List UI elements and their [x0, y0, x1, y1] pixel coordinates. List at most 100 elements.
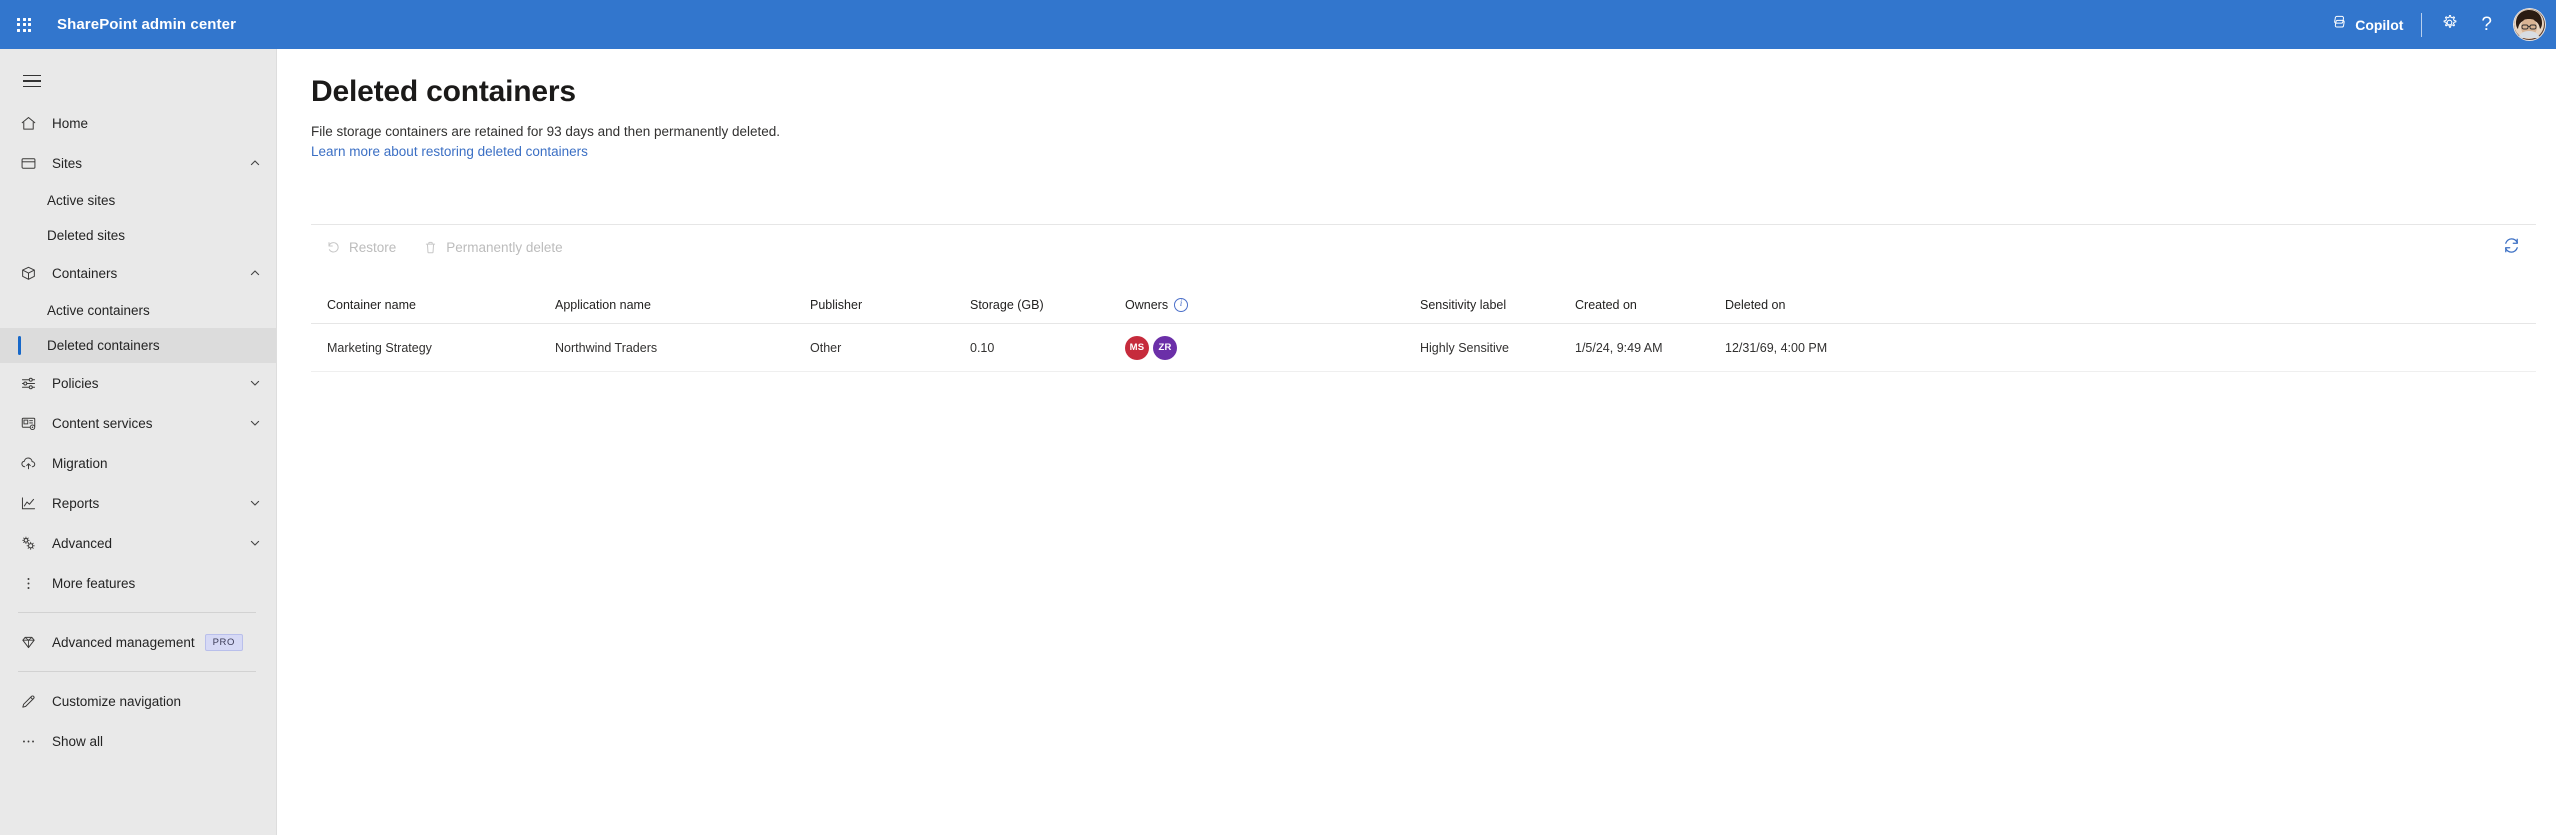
sidebar-subitem-label: Active containers: [47, 303, 150, 318]
sidebar-item-customize-navigation[interactable]: Customize navigation: [0, 681, 276, 721]
chevron-up-icon[interactable]: [248, 266, 262, 280]
diamond-icon: [18, 632, 38, 652]
sidebar-item-deleted-sites[interactable]: Deleted sites: [0, 218, 276, 253]
sidebar-item-policies[interactable]: Policies: [0, 363, 276, 403]
column-header-created-on[interactable]: Created on: [1559, 286, 1709, 324]
box-icon: [18, 263, 38, 283]
sidebar-item-advanced-management[interactable]: Advanced management PRO: [0, 622, 276, 662]
cell-deleted-on: 12/31/69, 4:00 PM: [1725, 340, 1828, 355]
window-icon: [18, 153, 38, 173]
cloud-upload-icon: [18, 453, 38, 473]
settings-button[interactable]: [2429, 0, 2470, 49]
column-header-deleted-on[interactable]: Deleted on: [1709, 286, 1909, 324]
suite-brand-title[interactable]: SharePoint admin center: [57, 16, 236, 33]
copilot-button[interactable]: Copilot: [2319, 0, 2414, 49]
waffle-grid: [17, 17, 31, 32]
column-header-storage[interactable]: Storage (GB): [954, 286, 1109, 324]
table-header-row: Container name Application name Publishe…: [311, 286, 2536, 324]
sidebar-item-label: Sites: [52, 155, 83, 171]
sidebar-item-label: Reports: [52, 495, 100, 511]
sidebar-item-content-services[interactable]: Content services: [0, 403, 276, 443]
ellipsis-icon: [18, 731, 38, 751]
help-button[interactable]: ?: [2470, 0, 2503, 49]
sidebar-item-migration[interactable]: Migration: [0, 443, 276, 483]
sidebar-item-label: Show all: [52, 733, 104, 749]
cell-created-on: 1/5/24, 9:49 AM: [1575, 340, 1663, 355]
sidebar-item-label: More features: [52, 575, 136, 591]
sidebar-subitem-label: Deleted sites: [47, 228, 126, 243]
avatar[interactable]: ZR: [1153, 335, 1177, 360]
sidebar-item-more-features[interactable]: More features: [0, 563, 276, 603]
cell-sensitivity-label: Highly Sensitive: [1420, 340, 1509, 355]
sidebar-item-containers[interactable]: Containers: [0, 253, 276, 293]
line-chart-icon: [18, 493, 38, 513]
restore-arrow-icon: [325, 240, 341, 256]
sidebar-item-show-all[interactable]: Show all: [0, 721, 276, 761]
sidebar-subitem-label: Active sites: [47, 193, 116, 208]
permanently-delete-button[interactable]: Permanently delete: [410, 231, 574, 265]
trash-icon: [422, 240, 438, 256]
sidebar-item-sites[interactable]: Sites: [0, 143, 276, 183]
sidebar-item-reports[interactable]: Reports: [0, 483, 276, 523]
table-row[interactable]: Marketing Strategy Northwind Traders Oth…: [311, 324, 2536, 372]
sidebar-item-label: Content services: [52, 415, 153, 431]
command-bar: Restore Permanently delete: [311, 224, 2536, 270]
copilot-icon: [2330, 13, 2349, 37]
permanently-delete-label: Permanently delete: [446, 240, 563, 255]
chevron-down-icon[interactable]: [248, 536, 262, 550]
main-content: Deleted containers File storage containe…: [278, 49, 2556, 835]
sliders-icon: [18, 373, 38, 393]
suite-header: SharePoint admin center Copilot ?: [0, 0, 2556, 49]
column-header-sensitivity-label[interactable]: Sensitivity label: [1404, 286, 1559, 324]
page-description: File storage containers are retained for…: [311, 124, 781, 139]
sidebar-item-advanced[interactable]: Advanced: [0, 523, 276, 563]
vertical-dots-icon: [18, 573, 38, 593]
restore-label: Restore: [349, 240, 397, 255]
page-title: Deleted containers: [311, 75, 576, 108]
sidebar-item-label: Advanced: [52, 535, 113, 551]
restore-button[interactable]: Restore: [313, 231, 408, 265]
cell-application-name: Northwind Traders: [555, 340, 658, 355]
sidebar-navigation: Home Sites Active sites Deleted sites Co…: [0, 49, 277, 835]
refresh-button[interactable]: [2492, 231, 2530, 265]
sidebar-item-active-sites[interactable]: Active sites: [0, 183, 276, 218]
sidebar-item-active-containers[interactable]: Active containers: [0, 293, 276, 328]
sidebar-item-deleted-containers[interactable]: Deleted containers: [0, 328, 276, 363]
user-avatar[interactable]: [2513, 8, 2546, 41]
sidebar-divider: [18, 671, 256, 672]
column-header-owners[interactable]: Owners i: [1109, 286, 1404, 324]
home-icon: [18, 113, 38, 133]
cell-container-name: Marketing Strategy: [327, 340, 432, 355]
cell-storage: 0.10: [970, 340, 995, 355]
header-divider: [2421, 12, 2423, 37]
sidebar-subitem-label: Deleted containers: [47, 338, 160, 353]
cell-publisher: Other: [810, 340, 842, 355]
sidebar-item-home[interactable]: Home: [0, 103, 276, 143]
hamburger-menu-icon[interactable]: [8, 59, 56, 103]
chevron-up-icon[interactable]: [248, 156, 262, 170]
copilot-label: Copilot: [2355, 16, 2404, 33]
chevron-down-icon[interactable]: [248, 416, 262, 430]
app-launcher-icon[interactable]: [0, 0, 48, 49]
content-services-icon: [18, 413, 38, 433]
header-actions: Copilot ?: [2319, 0, 2556, 49]
column-header-application-name[interactable]: Application name: [539, 286, 794, 324]
gears-icon: [18, 533, 38, 553]
chevron-down-icon[interactable]: [248, 496, 262, 510]
gear-icon: [2440, 13, 2459, 37]
column-header-container-name[interactable]: Container name: [311, 286, 539, 324]
question-mark-icon: ?: [2481, 14, 2492, 35]
learn-more-link[interactable]: Learn more about restoring deleted conta…: [311, 144, 588, 159]
refresh-icon: [2502, 236, 2521, 260]
pro-badge: PRO: [204, 633, 243, 651]
sidebar-item-label: Customize navigation: [52, 693, 182, 709]
column-header-publisher[interactable]: Publisher: [794, 286, 954, 324]
chevron-down-icon[interactable]: [248, 376, 262, 390]
sidebar-divider: [18, 612, 256, 613]
owner-avatars: MS ZR: [1125, 335, 1177, 360]
sidebar-item-label: Advanced management: [52, 634, 195, 650]
avatar[interactable]: MS: [1125, 335, 1149, 360]
sidebar-item-label: Home: [52, 115, 89, 131]
info-icon[interactable]: i: [1174, 297, 1189, 312]
pencil-icon: [18, 691, 38, 711]
